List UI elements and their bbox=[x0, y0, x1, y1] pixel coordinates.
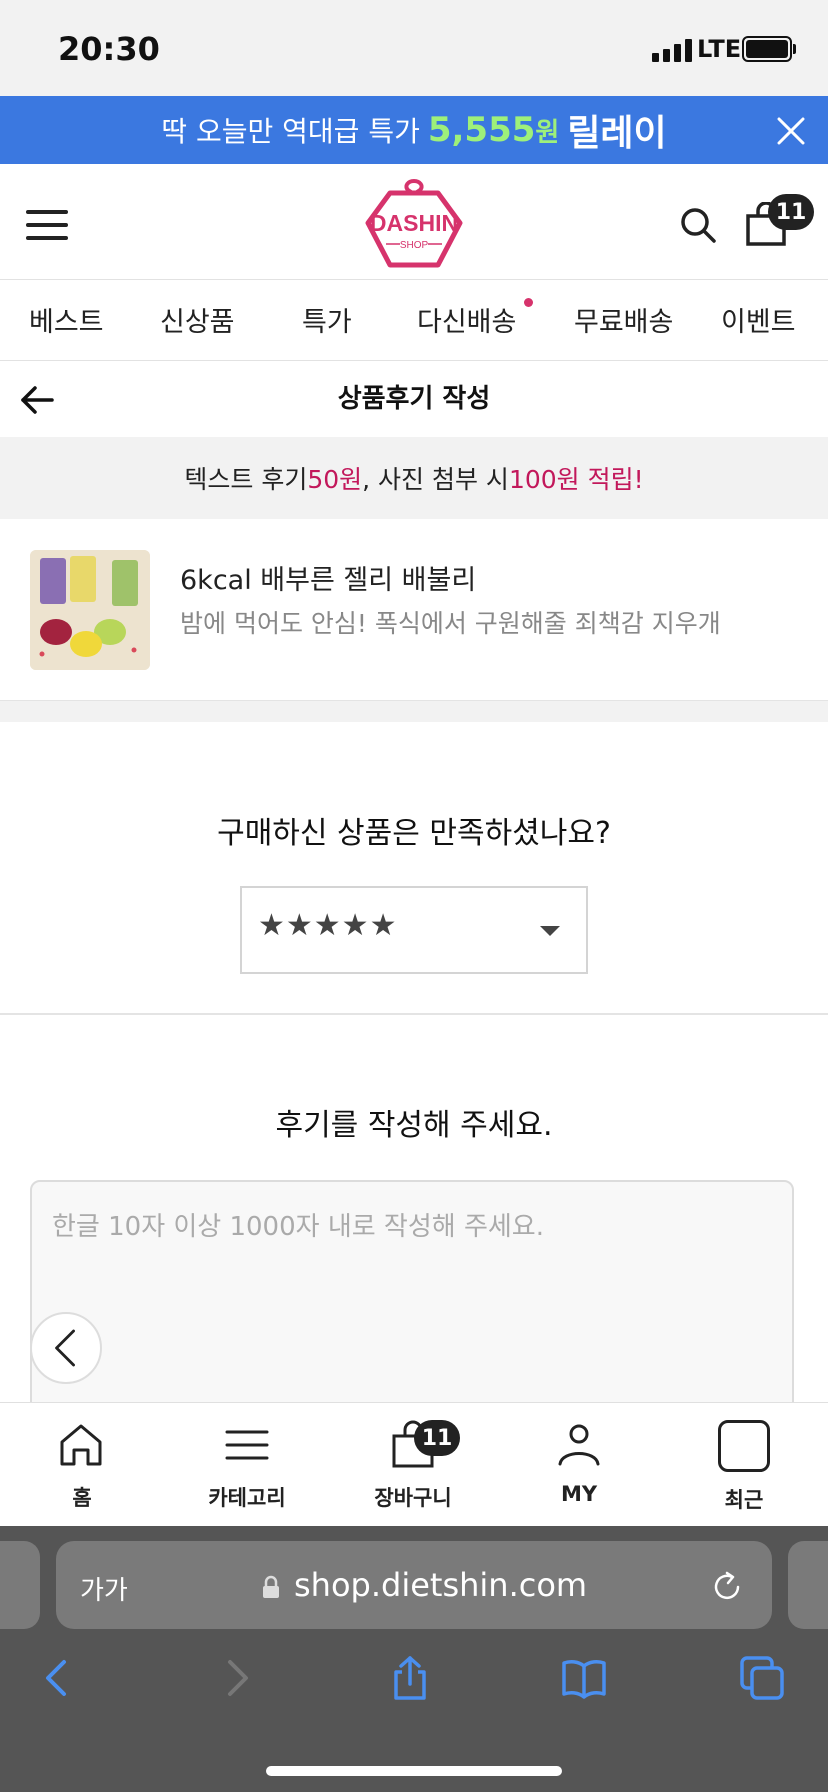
nav-item-event[interactable]: 이벤트 bbox=[721, 300, 796, 339]
review-placeholder: 한글 10자 이상 1000자 내로 작성해 주세요. bbox=[52, 1212, 544, 1242]
tab-cart-badge: 11 bbox=[414, 1420, 460, 1456]
menu-icon[interactable] bbox=[26, 210, 68, 240]
bookmarks-icon[interactable] bbox=[560, 1654, 608, 1702]
promo-banner-text: 딱 오늘만 역대급 특가 5,555 원 릴레이 bbox=[0, 96, 828, 164]
url-text[interactable]: shop.dietshin.com bbox=[294, 1566, 587, 1604]
section-divider-thin bbox=[0, 1013, 828, 1015]
network-label: LTE bbox=[697, 35, 742, 63]
battery-tip bbox=[793, 44, 796, 54]
status-time: 20:30 bbox=[58, 30, 160, 68]
category-nav bbox=[0, 281, 828, 361]
notice-amount-text: 50원 bbox=[307, 465, 363, 494]
browser-forward-icon[interactable] bbox=[212, 1654, 260, 1702]
lock-icon bbox=[263, 1575, 279, 1598]
next-tab-preview[interactable] bbox=[788, 1541, 828, 1629]
user-icon[interactable] bbox=[554, 1420, 604, 1470]
banner-currency: 원 bbox=[535, 117, 560, 148]
logo-sub: SHOP bbox=[400, 240, 429, 251]
product-thumbnail bbox=[30, 550, 150, 670]
home-icon[interactable] bbox=[56, 1420, 106, 1470]
reload-icon[interactable] bbox=[710, 1570, 744, 1604]
new-dot-indicator bbox=[524, 298, 533, 307]
battery-icon bbox=[742, 36, 792, 62]
category-list-icon[interactable] bbox=[222, 1420, 272, 1470]
section-divider bbox=[0, 700, 828, 722]
tab-home-label[interactable]: 홈 bbox=[22, 1482, 142, 1512]
promo-banner[interactable]: 딱 오늘만 역대급 특가 5,555 원 릴레이 bbox=[0, 96, 828, 164]
reward-notice: 텍스트 후기 50원 , 사진 첨부 시 100원 적립! bbox=[0, 437, 828, 519]
nav-item-dashin-delivery[interactable]: 다신배송 bbox=[417, 300, 516, 339]
notice-text-2: , 사진 첨부 시 bbox=[362, 465, 509, 494]
chevron-down-icon bbox=[540, 926, 560, 936]
banner-suffix: 릴레이 bbox=[567, 113, 667, 154]
review-title: 후기를 작성해 주세요. bbox=[275, 1108, 553, 1143]
notice-amount-photo: 100원 적립! bbox=[508, 465, 644, 494]
logo-text: DASHIN bbox=[370, 210, 458, 236]
floating-back-button[interactable] bbox=[30, 1312, 102, 1384]
nav-item-sale[interactable]: 특가 bbox=[302, 300, 352, 339]
notice-text-1: 텍스트 후기 bbox=[184, 465, 308, 494]
banner-price: 5,555 bbox=[427, 110, 536, 150]
tabs-icon[interactable] bbox=[738, 1654, 786, 1702]
product-name: 6kcal 배부른 젤리 배불리 bbox=[180, 565, 477, 596]
tab-recent-label[interactable]: 최근 bbox=[684, 1484, 804, 1514]
nav-item-best[interactable]: 베스트 bbox=[29, 300, 104, 339]
tab-cart-label[interactable]: 장바구니 bbox=[353, 1482, 473, 1512]
nav-item-new[interactable]: 신상품 bbox=[160, 300, 235, 339]
share-icon[interactable] bbox=[386, 1654, 434, 1702]
tab-category-label[interactable]: 카테고리 bbox=[187, 1482, 307, 1512]
home-indicator bbox=[266, 1766, 562, 1776]
tab-my-label[interactable]: MY bbox=[519, 1482, 639, 1506]
page-title: 상품후기 작성 bbox=[337, 384, 491, 414]
prev-tab-preview[interactable] bbox=[0, 1541, 40, 1629]
dashin-logo[interactable]: DASHIN SHOP bbox=[364, 177, 464, 269]
rating-selected-value: ★★★★★ bbox=[258, 908, 398, 943]
search-icon[interactable] bbox=[678, 205, 718, 245]
signal-icon bbox=[652, 38, 694, 62]
recent-product-icon[interactable] bbox=[718, 1420, 770, 1472]
browser-back-icon[interactable] bbox=[34, 1654, 82, 1702]
close-icon[interactable] bbox=[774, 114, 808, 148]
cart-count-badge: 11 bbox=[768, 194, 814, 230]
product-description: 밤에 먹어도 안심! 폭식에서 구원해줄 죄책감 지우개 bbox=[180, 609, 721, 638]
nav-item-free-delivery[interactable]: 무료배송 bbox=[574, 300, 673, 339]
banner-prefix: 딱 오늘만 역대급 특가 bbox=[161, 115, 420, 148]
rating-question: 구매하신 상품은 만족하셨나요? bbox=[217, 816, 611, 851]
text-size-button[interactable]: 가가 bbox=[80, 1570, 128, 1607]
